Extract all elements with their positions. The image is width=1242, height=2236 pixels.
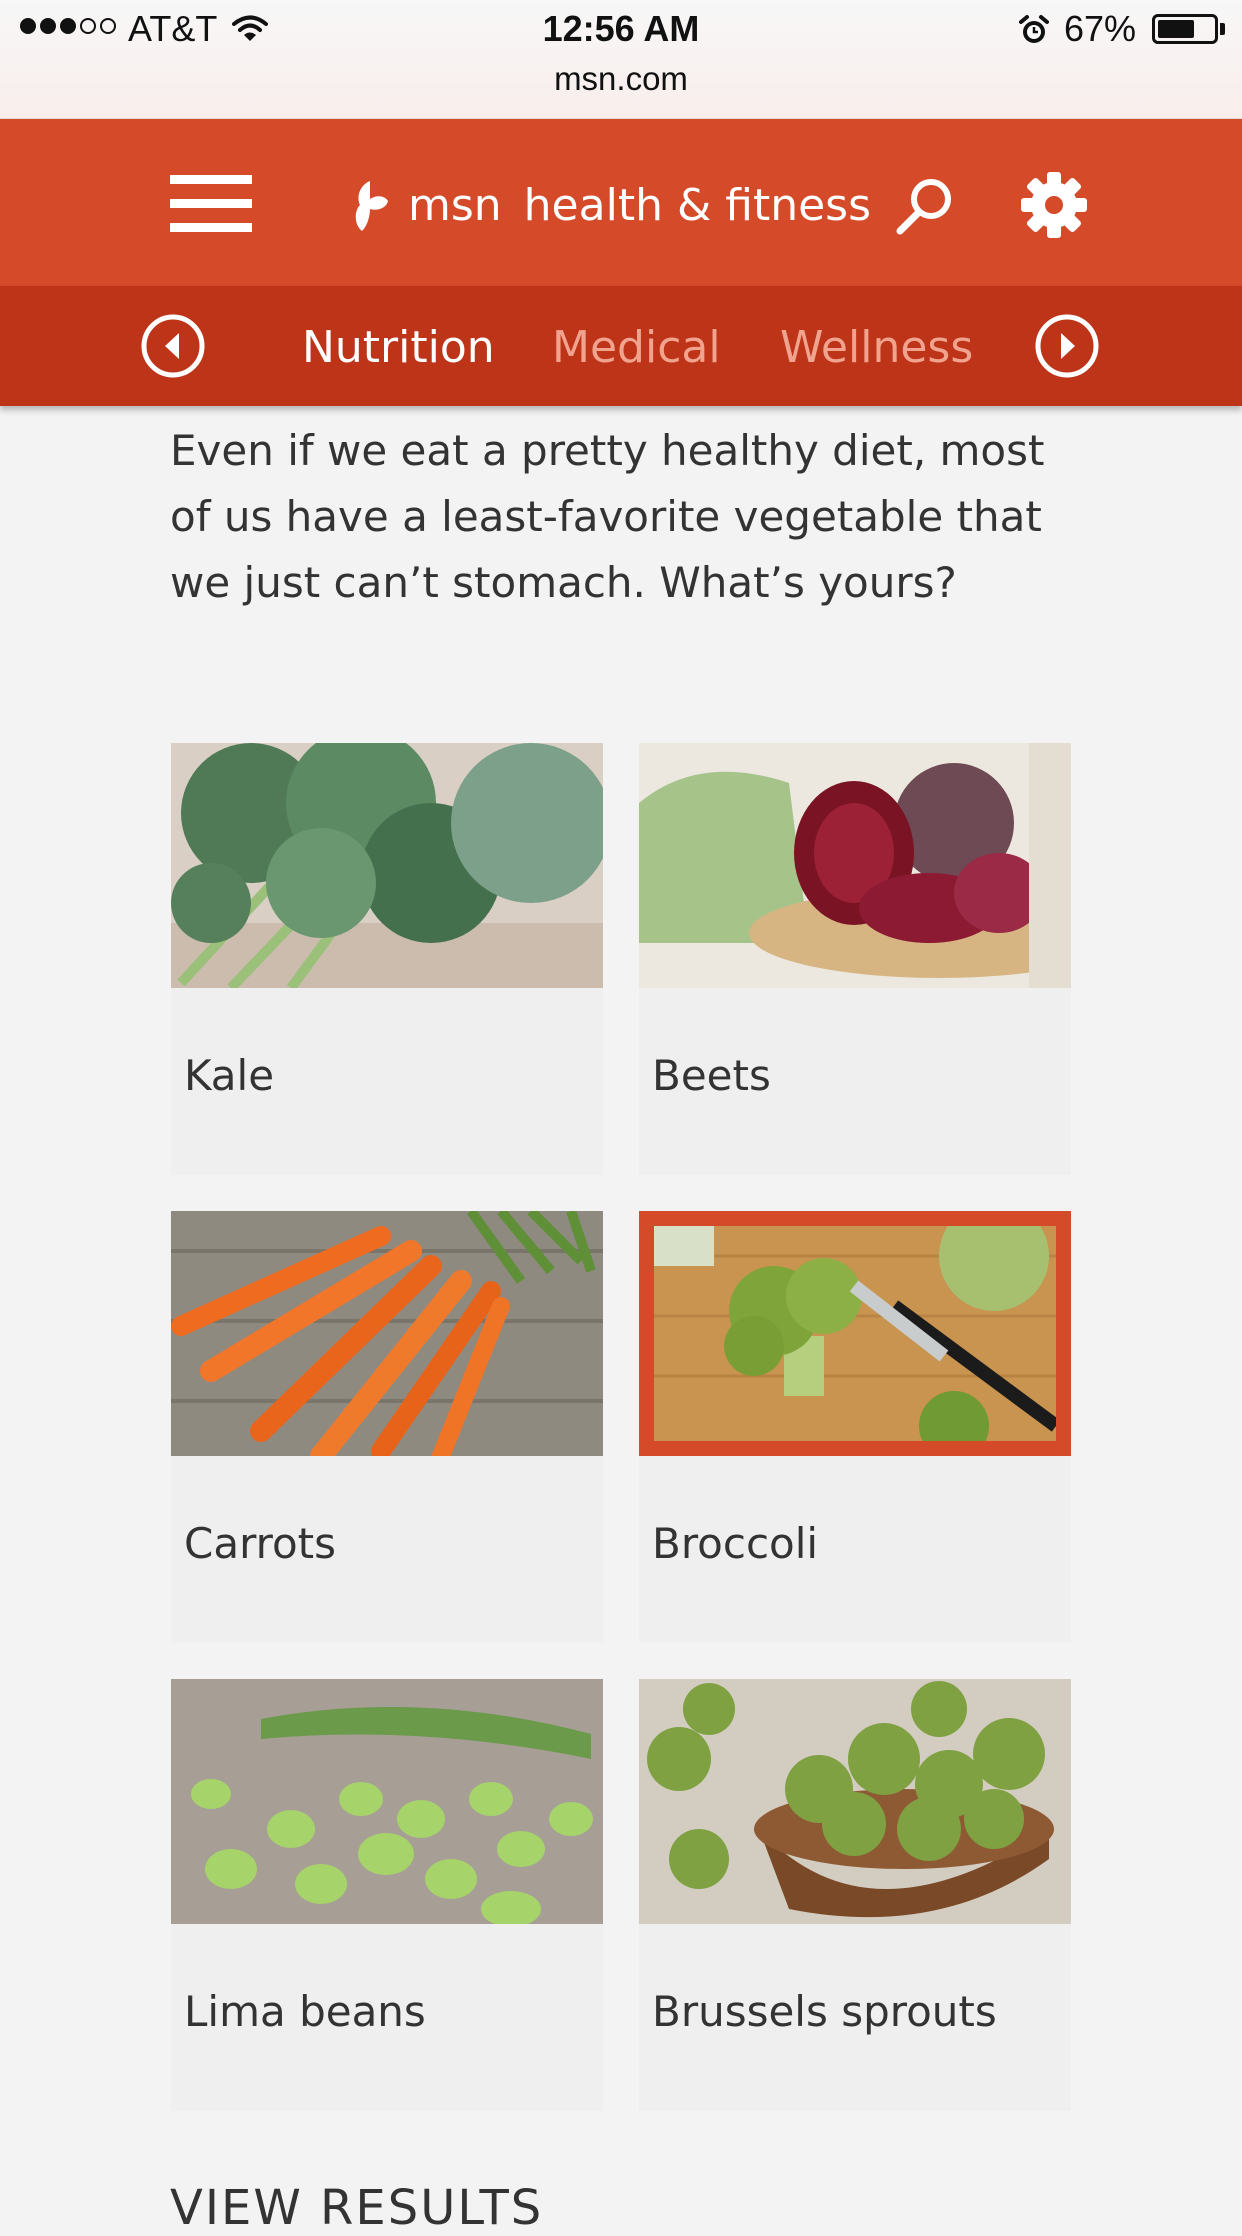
brand-msn: msn	[408, 179, 502, 231]
status-time: 12:56 AM	[542, 8, 700, 49]
next-arrow-icon[interactable]	[1034, 313, 1100, 379]
previous-arrow-icon[interactable]	[140, 313, 206, 379]
option-label: Carrots	[184, 1519, 336, 1568]
carrots-image	[171, 1211, 603, 1456]
brand-section: health & fitness	[523, 179, 872, 231]
gear-icon[interactable]	[1020, 171, 1088, 239]
option-label: Broccoli	[652, 1519, 819, 1568]
option-label: Kale	[184, 1051, 275, 1100]
beets-image	[639, 743, 1071, 988]
msn-header: msn health & fitness	[0, 119, 1242, 286]
tab-nutrition[interactable]: Nutrition	[302, 322, 495, 373]
option-card-carrots[interactable]: Carrots	[171, 1211, 603, 1643]
option-card-beets[interactable]: Beets	[639, 743, 1071, 1175]
option-card-kale[interactable]: Kale	[171, 743, 603, 1175]
site-brand[interactable]: msn health & fitness	[350, 175, 871, 235]
battery-percentage: 67%	[1064, 8, 1137, 49]
option-label: Beets	[652, 1051, 771, 1100]
menu-icon[interactable]	[170, 175, 252, 235]
brussels-sprouts-image	[639, 1679, 1071, 1924]
broccoli-image	[639, 1211, 1071, 1456]
poll-question: Even if we eat a pretty healthy diet, mo…	[170, 426, 1045, 607]
option-card-brussels-sprouts[interactable]: Brussels sprouts	[639, 1679, 1071, 2111]
address-url[interactable]: msn.com	[0, 60, 1242, 98]
option-card-lima-beans[interactable]: Lima beans	[171, 1679, 603, 2111]
msn-butterfly-logo	[355, 181, 388, 231]
option-label: Lima beans	[184, 1987, 426, 2036]
option-label: Brussels sprouts	[652, 1987, 997, 2036]
option-card-broccoli[interactable]: Broccoli	[639, 1211, 1071, 1643]
kale-image	[171, 743, 603, 988]
search-icon[interactable]	[894, 175, 956, 237]
view-results-button[interactable]: VIEW RESULTS	[170, 2180, 543, 2236]
category-nav: Nutrition Medical Wellness	[0, 286, 1242, 406]
tab-wellness[interactable]: Wellness	[780, 322, 973, 373]
battery-icon	[1152, 14, 1218, 44]
lima-beans-image	[171, 1679, 603, 1924]
alarm-icon	[1019, 15, 1049, 43]
status-bar: AT&T 12:56 AM msn.com 67%	[0, 0, 1242, 119]
tab-medical[interactable]: Medical	[552, 322, 721, 373]
